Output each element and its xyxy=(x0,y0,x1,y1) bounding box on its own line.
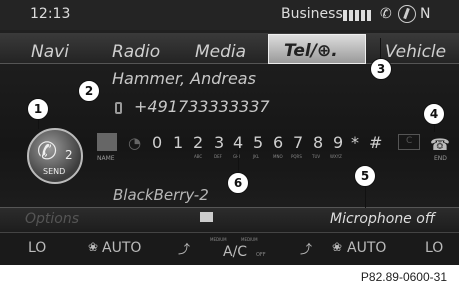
key-1[interactable]: 1 xyxy=(173,133,183,152)
ac-button[interactable]: A/C xyxy=(223,244,247,260)
phone-type-icon xyxy=(115,102,122,114)
key-sub-label: JKL xyxy=(253,154,260,159)
north-indicator: N xyxy=(420,6,431,22)
end-label: END xyxy=(434,155,447,162)
handset-icon: ✆ xyxy=(37,137,58,165)
ac-mini-left: MEDIUM xyxy=(210,237,227,242)
right-auto[interactable]: AUTO xyxy=(347,240,386,256)
connected-device: BlackBerry-2 xyxy=(113,186,209,204)
callout-3: 3 xyxy=(370,58,392,80)
microphone-icon: ◔ xyxy=(128,134,142,152)
key-sub-label: MNO xyxy=(273,154,283,159)
key-5[interactable]: 5 xyxy=(253,133,263,152)
key-hash[interactable]: # xyxy=(369,133,382,152)
key-3[interactable]: 3 xyxy=(214,133,224,152)
end-call-icon[interactable]: ☎ xyxy=(430,135,450,154)
key-sub-label: PQRS xyxy=(291,154,302,159)
signal-strength-icon xyxy=(343,10,373,21)
fan-icon: ❀ xyxy=(332,240,343,254)
mail-icon[interactable] xyxy=(200,212,213,222)
callout-2: 2 xyxy=(78,80,100,102)
figure-caption: P82.89-0600-31 xyxy=(360,270,447,284)
menu-vehicle[interactable]: Vehicle xyxy=(385,42,446,62)
menu-navi[interactable]: Navi xyxy=(31,42,69,62)
left-temperature[interactable]: LO xyxy=(28,240,46,256)
clock: 12:13 xyxy=(30,6,71,22)
callout-leader xyxy=(434,124,435,132)
phone-icon: ✆ xyxy=(380,6,392,22)
callout-1: 1 xyxy=(27,98,49,120)
clear-label: C xyxy=(406,136,413,146)
key-6[interactable]: 6 xyxy=(273,133,283,152)
key-sub-label: ABC xyxy=(194,154,203,159)
seat-airflow-icon: ⤴ xyxy=(300,242,313,256)
callout-leader xyxy=(365,186,366,208)
key-8[interactable]: 8 xyxy=(313,133,323,152)
key-sub-label: TUV xyxy=(312,154,321,159)
key-0[interactable]: 0 xyxy=(152,133,162,152)
key-sub-label: DEF xyxy=(214,154,222,159)
key-star[interactable]: * xyxy=(351,133,359,152)
contact-name: Hammer, Andreas xyxy=(112,69,256,88)
send-count: 2 xyxy=(65,148,73,162)
left-auto[interactable]: AUTO xyxy=(102,240,141,256)
options-button[interactable]: Options xyxy=(25,211,79,227)
key-9[interactable]: 9 xyxy=(333,133,343,152)
menu-media[interactable]: Media xyxy=(195,42,246,62)
callout-leader xyxy=(238,150,239,172)
key-sub-label: GHI xyxy=(233,154,241,159)
callout-5: 5 xyxy=(354,165,376,187)
key-7[interactable]: 7 xyxy=(293,133,303,152)
menu-tel-label: Tel/⊕. xyxy=(284,41,338,61)
seat-airflow-icon: ⤴ xyxy=(178,242,191,256)
microphone-off-status: Microphone off xyxy=(330,211,435,227)
callout-4: 4 xyxy=(423,103,445,125)
name-label: NAME xyxy=(97,155,115,162)
fan-icon: ❀ xyxy=(88,240,99,254)
name-button[interactable] xyxy=(97,133,117,151)
ac-mini-right: MEDIUM xyxy=(241,237,258,242)
phone-number: +491733333337 xyxy=(134,97,270,116)
menu-radio[interactable]: Radio xyxy=(112,42,160,62)
compass-icon xyxy=(398,5,416,23)
callout-leader xyxy=(380,38,381,58)
carrier-name: Business xyxy=(281,6,343,22)
callout-6: 6 xyxy=(227,172,249,194)
key-2[interactable]: 2 xyxy=(193,133,203,152)
callout-leader xyxy=(38,119,39,129)
send-label: SEND xyxy=(43,167,66,176)
ac-off-label: OFF xyxy=(256,252,266,258)
right-temperature[interactable]: LO xyxy=(425,240,443,256)
key-sub-label: WXYZ xyxy=(330,154,342,159)
